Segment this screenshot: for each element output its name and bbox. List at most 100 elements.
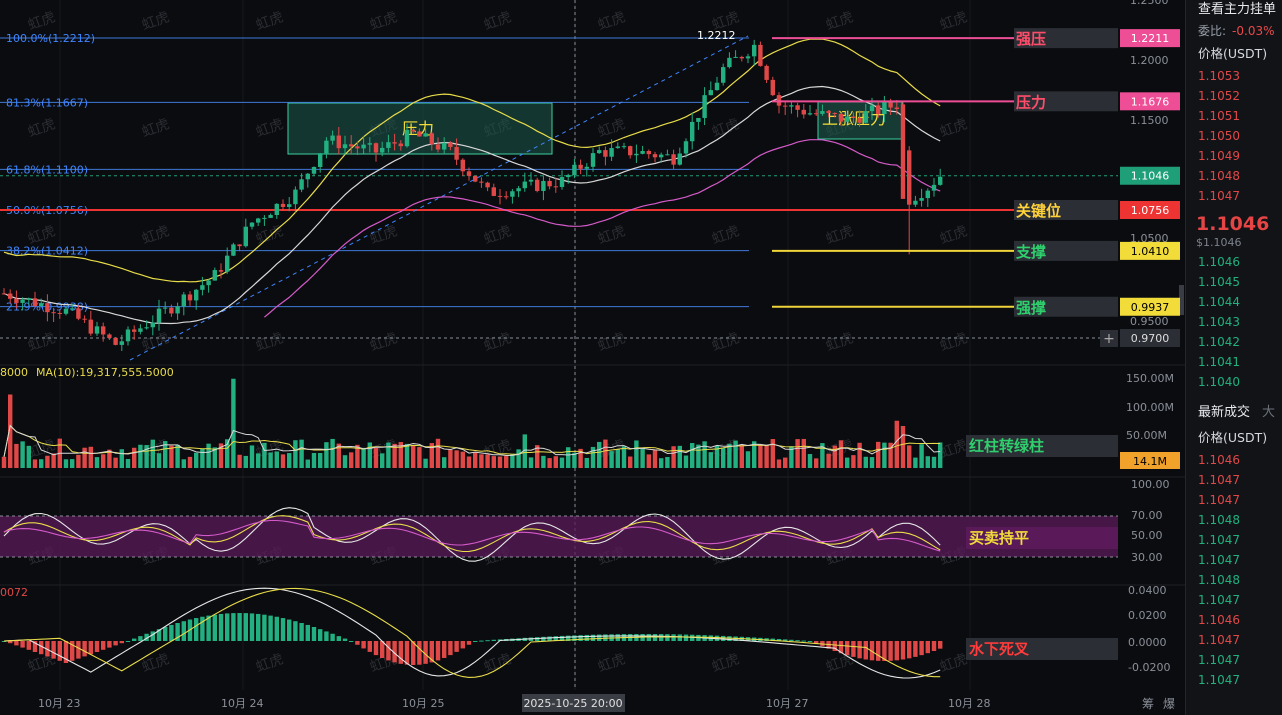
candle-body xyxy=(206,280,211,286)
candle-body xyxy=(82,318,87,320)
candle-body xyxy=(256,218,261,223)
candle-body xyxy=(454,146,459,160)
macd-bar xyxy=(225,613,230,641)
macd-bar xyxy=(857,641,862,659)
volume-bar xyxy=(32,459,38,468)
macd-bar xyxy=(466,641,472,645)
bid-row: 1.1041 xyxy=(1198,355,1240,369)
candle-body xyxy=(925,190,930,199)
volume-bar xyxy=(913,457,918,468)
volume-bar xyxy=(119,449,124,468)
macd-bar xyxy=(243,613,248,641)
volume-bar xyxy=(318,452,323,468)
macd-bar xyxy=(417,641,422,665)
candle-body xyxy=(287,204,292,207)
candle-body xyxy=(76,308,81,319)
candle-body xyxy=(57,312,62,314)
trade-row: 1.1047 xyxy=(1198,533,1240,547)
crosshair-time-value: 2025-10-25 20:00 xyxy=(523,697,622,710)
candle-body xyxy=(380,147,385,153)
volume-bar xyxy=(423,458,428,468)
volume-bar xyxy=(280,454,286,468)
candle-body xyxy=(634,153,639,156)
macd-bar xyxy=(367,641,372,652)
candle-body xyxy=(138,328,143,332)
rsi-axis-tick: 100.00 xyxy=(1131,478,1170,491)
volume-bar xyxy=(132,447,137,468)
volume-bar xyxy=(925,456,930,468)
high-marker: 1.2212 xyxy=(697,29,736,42)
macd-bar xyxy=(373,641,379,656)
candle-body xyxy=(491,187,496,196)
macd-axis-tick: 0.0400 xyxy=(1128,584,1167,597)
volume-tag-value: 14.1M xyxy=(1133,455,1167,468)
candle-body xyxy=(739,56,744,59)
ask-row: 1.1052 xyxy=(1198,89,1240,103)
candle-body xyxy=(497,195,503,197)
macd-bar xyxy=(88,641,93,655)
volume-bar xyxy=(566,447,571,468)
volume-bar xyxy=(652,449,658,468)
volume-bar xyxy=(621,446,627,468)
candle-body xyxy=(553,186,558,188)
bid-row: 1.1045 xyxy=(1198,275,1240,289)
macd-bar xyxy=(349,641,354,642)
volume-bar xyxy=(826,453,831,468)
ratio-value: -0.03% xyxy=(1232,24,1275,38)
candle-body xyxy=(336,135,341,149)
macd-bar xyxy=(57,641,62,661)
candle-body xyxy=(318,153,323,168)
candle-body xyxy=(231,244,236,256)
fib-label: 81.3%(1.1667) xyxy=(6,96,88,109)
trade-row: 1.1047 xyxy=(1198,473,1240,487)
candle-body xyxy=(132,329,137,332)
macd-bar xyxy=(931,641,937,651)
kline-chart[interactable]: 虹虎 虹虎 虹虎 虹虎 虹虎 虹虎 虹虎 虹虎 虹虎虹虎 虹虎 虹虎 虹虎 虹虎 虹虎虹虎 虹虎 虹虎 虹虎 虹虎… xyxy=(0,0,1185,715)
volume-bar xyxy=(299,439,304,468)
macd-bar xyxy=(590,634,596,641)
candle-body xyxy=(101,326,106,335)
volume-bar xyxy=(727,443,732,468)
candle-body xyxy=(361,144,366,149)
rsi-axis-tick: 30.00 xyxy=(1131,551,1163,564)
trade-row: 1.1047 xyxy=(1198,633,1240,647)
volume-bar xyxy=(473,452,478,468)
candle-body xyxy=(324,140,329,154)
candle-body xyxy=(429,133,434,145)
volume-bar xyxy=(869,457,875,468)
tag-text-strong-support: 强撑 xyxy=(1016,299,1046,317)
order-book-panel: 查看主力挂单 委比: -0.03% 价格(USDT) 1.1053 1.1052 1.… xyxy=(1185,0,1282,715)
volume-bar xyxy=(256,453,261,468)
bid-row: 1.1043 xyxy=(1198,315,1240,329)
time-axis-label: 10月 25 xyxy=(402,697,445,710)
candle-body xyxy=(919,198,924,201)
candle-body xyxy=(466,171,472,176)
trade-row: 1.1047 xyxy=(1198,593,1240,607)
candle-body xyxy=(863,111,868,123)
candle-body xyxy=(677,153,682,165)
trade-row: 1.1047 xyxy=(1198,553,1240,567)
large-trades-tab[interactable]: 大 xyxy=(1262,405,1275,420)
macd-bar xyxy=(318,629,323,641)
candle-body xyxy=(913,200,918,205)
candle-body xyxy=(479,181,484,183)
volume-bar xyxy=(516,449,521,468)
candle-body xyxy=(789,105,794,107)
volume-bar xyxy=(683,455,689,468)
main-orders-link[interactable]: 查看主力挂单 xyxy=(1186,0,1282,20)
macd-bar xyxy=(76,641,81,659)
candle-body xyxy=(683,141,689,154)
latest-trades-title[interactable]: 最新成交 xyxy=(1198,405,1250,420)
volume-bar xyxy=(857,442,862,468)
volume-bar xyxy=(380,453,385,468)
volume-bar xyxy=(181,459,186,468)
volume-bar xyxy=(677,445,682,468)
candle-body xyxy=(894,107,899,110)
macd-bar xyxy=(305,624,310,641)
volume-bar xyxy=(739,444,744,468)
last-price: 1.1046 xyxy=(1196,213,1270,235)
candle-body xyxy=(225,255,230,272)
macd-bar xyxy=(82,641,87,657)
macd-bar xyxy=(894,641,899,661)
candle-body xyxy=(163,307,168,309)
